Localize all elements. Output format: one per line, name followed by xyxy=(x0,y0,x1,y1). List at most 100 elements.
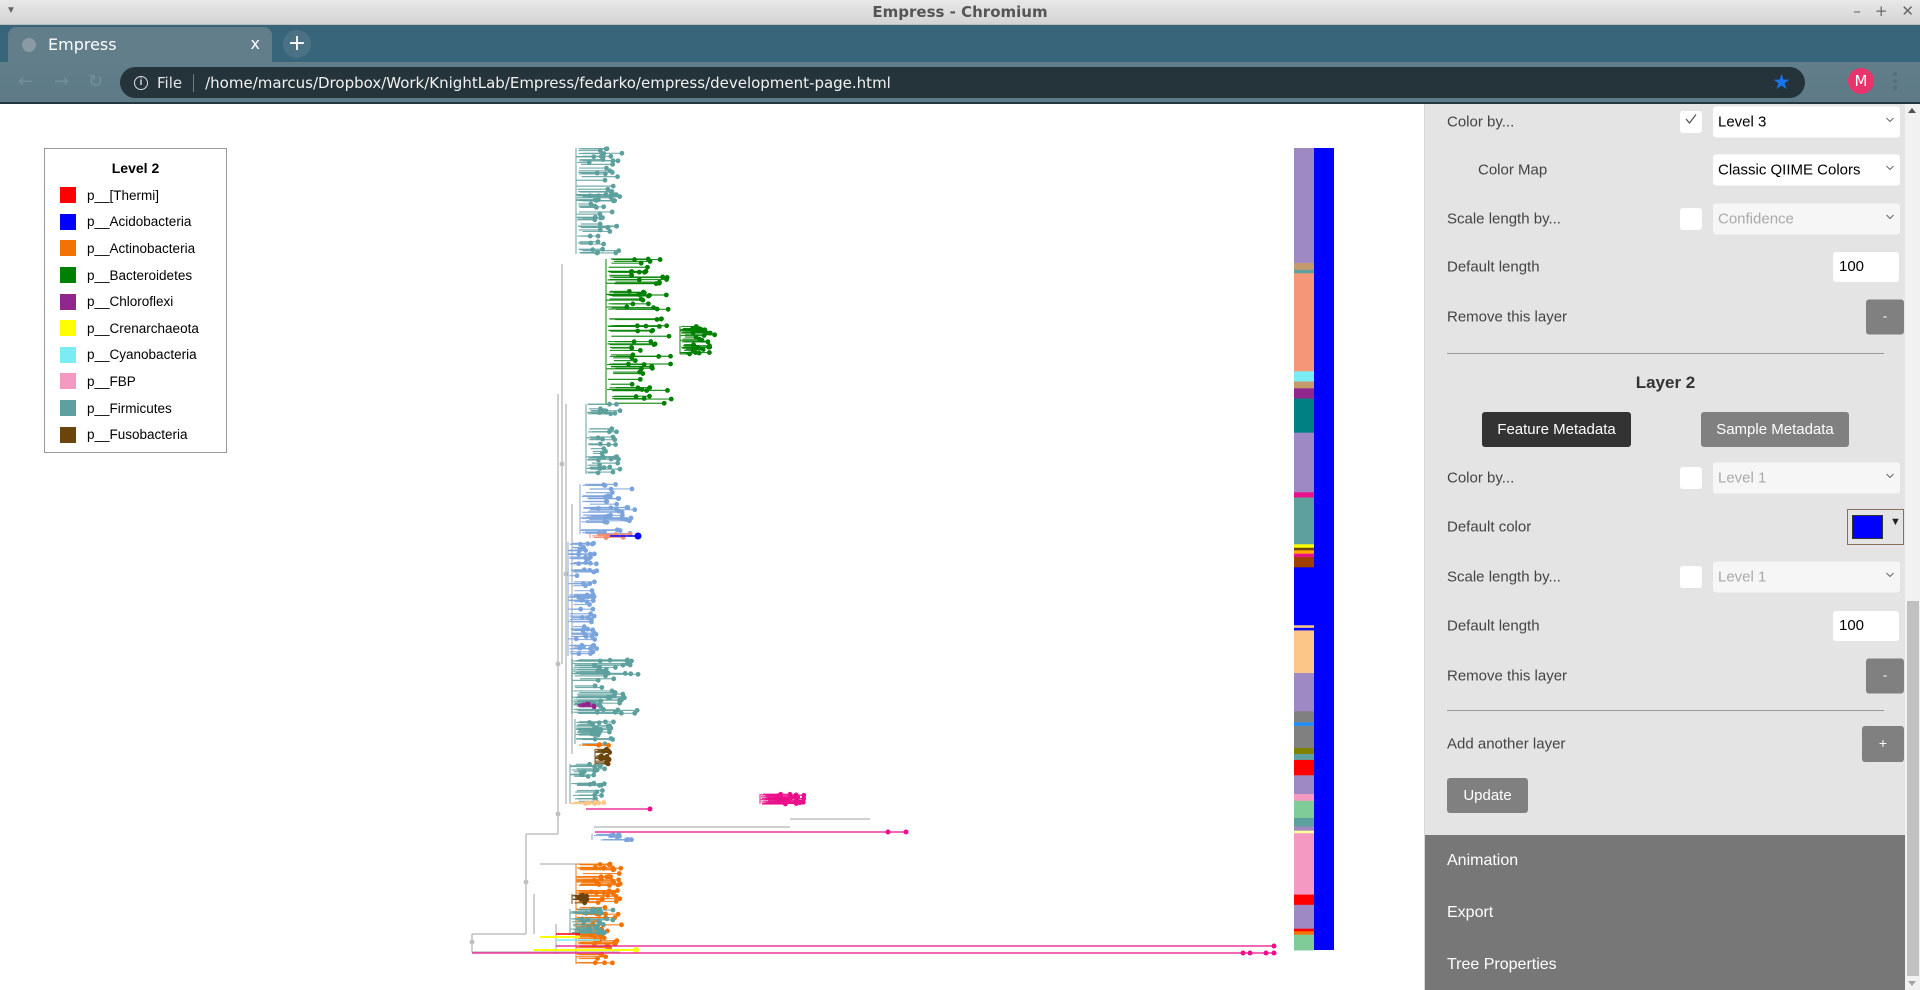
tree-tip xyxy=(601,151,607,156)
tree-tip xyxy=(613,481,618,487)
barplot-layer1-segment xyxy=(1294,826,1314,832)
tree-tip xyxy=(668,353,673,359)
tree-tip xyxy=(633,394,639,399)
tree-tip xyxy=(649,328,654,334)
tree-tip xyxy=(587,567,593,573)
tree-tip xyxy=(795,794,801,800)
layer1-color-map-select[interactable]: Classic QIIME Colors xyxy=(1713,154,1900,186)
layer1-remove-label: Remove this layer xyxy=(1447,308,1568,326)
layer2-title: Layer 2 xyxy=(1635,373,1696,392)
add-layer-button[interactable]: + xyxy=(1862,726,1904,762)
scrollbar-thumb[interactable] xyxy=(1907,601,1919,976)
browser-menu-icon[interactable] xyxy=(1893,72,1897,93)
tree-node xyxy=(523,879,529,885)
minimize-icon[interactable]: – xyxy=(1853,2,1861,20)
tree-tip xyxy=(603,494,608,500)
tree-tip xyxy=(607,494,613,499)
tab-close-icon[interactable]: x xyxy=(251,34,260,53)
tree-tip xyxy=(588,240,593,246)
update-button[interactable]: Update xyxy=(1447,778,1528,813)
panel-scrollbar[interactable] xyxy=(1905,104,1920,990)
layer1-color-by-checkbox[interactable] xyxy=(1680,111,1702,133)
tree-tip xyxy=(614,429,619,435)
tree-tip xyxy=(595,239,601,245)
add-layer-row: Add another layer + xyxy=(1447,726,1904,762)
tree-tip xyxy=(615,460,621,466)
tree-tip xyxy=(591,703,597,709)
close-window-icon[interactable]: ✕ xyxy=(1901,2,1914,20)
tree-tip xyxy=(613,250,619,256)
tree-tip xyxy=(580,772,585,778)
chevron-down-icon xyxy=(1886,117,1894,123)
barplot-layer1-segment xyxy=(1294,673,1314,712)
forward-icon[interactable]: → xyxy=(54,71,69,92)
tree-tip xyxy=(595,900,601,905)
new-tab-button[interactable]: + xyxy=(283,30,311,58)
legend-label: p__[Thermi] xyxy=(87,187,160,203)
layer2-default-color-picker[interactable]: ▼ xyxy=(1847,509,1904,545)
barplot-layer1-segment xyxy=(1294,833,1314,896)
tree-tip xyxy=(630,301,636,307)
scroll-up-arrow-icon[interactable] xyxy=(1908,108,1916,113)
browser-tab[interactable]: Empress x xyxy=(8,27,272,62)
layer1-scale-select[interactable]: Confidence xyxy=(1713,203,1900,235)
tree-tip xyxy=(606,862,612,868)
layer2-default-length-input[interactable]: 100 xyxy=(1833,611,1899,641)
tree-tip xyxy=(610,158,616,164)
layer1-scale-checkbox[interactable] xyxy=(1680,208,1702,230)
layer2-scale-checkbox[interactable] xyxy=(1680,566,1702,588)
tree-tip xyxy=(596,800,602,806)
tree-tip xyxy=(598,782,604,788)
tree-tip xyxy=(656,324,662,329)
info-icon[interactable]: i xyxy=(134,75,148,90)
tree-tip xyxy=(585,615,591,621)
tree-tip xyxy=(597,221,603,227)
tree-tip xyxy=(706,350,712,355)
tree-tip xyxy=(635,671,641,677)
tree-tip xyxy=(590,606,596,612)
layer1-default-length-input[interactable]: 100 xyxy=(1833,252,1899,282)
layer2-remove-button[interactable]: - xyxy=(1866,658,1904,694)
back-icon[interactable]: ← xyxy=(18,71,33,92)
legend-swatch xyxy=(60,373,76,390)
tree-tip xyxy=(647,385,653,390)
sample-metadata-button[interactable]: Sample Metadata xyxy=(1701,412,1849,447)
layer2-color-by-select[interactable]: Level 1 xyxy=(1713,462,1900,494)
tree-tip xyxy=(615,496,621,501)
window-menu-icon[interactable]: ▼ xyxy=(6,5,16,16)
tree-tip xyxy=(610,917,616,923)
tree-tip xyxy=(668,361,673,367)
feature-metadata-button[interactable]: Feature Metadata xyxy=(1482,412,1631,447)
tree-tip xyxy=(609,960,615,966)
url-text[interactable]: /home/marcus/Dropbox/Work/KnightLab/Empr… xyxy=(205,74,891,92)
barplot-layer1-segment xyxy=(1294,553,1314,558)
collapsible-sections: Animation Export Tree Properties xyxy=(1425,835,1906,990)
tree-tip xyxy=(665,387,670,393)
barplot-layer1-segment xyxy=(1294,398,1314,434)
layer1-remove-button[interactable]: - xyxy=(1866,299,1904,335)
tree-tip xyxy=(599,793,604,798)
tree-tip xyxy=(690,328,696,334)
tree-tip xyxy=(629,658,634,664)
section-export[interactable]: Export xyxy=(1447,904,1493,922)
bookmark-star-icon[interactable]: ★ xyxy=(1772,70,1791,95)
layer2-scale-select[interactable]: Level 1 xyxy=(1713,561,1900,593)
tree-tip xyxy=(599,896,605,902)
tree-tip xyxy=(629,381,635,387)
layer1-color-by-select[interactable]: Level 3 xyxy=(1713,106,1900,138)
address-bar[interactable]: i File /home/marcus/Dropbox/Work/KnightL… xyxy=(120,67,1805,98)
tree-tip xyxy=(591,551,597,557)
tree-node xyxy=(555,811,561,817)
tree-tip xyxy=(599,754,605,760)
barplot-layer1-segment xyxy=(1294,263,1314,271)
tree-tip xyxy=(613,893,619,899)
section-tree-properties[interactable]: Tree Properties xyxy=(1447,956,1557,974)
scroll-down-arrow-icon[interactable] xyxy=(1908,981,1916,986)
layer2-color-by-checkbox[interactable] xyxy=(1680,467,1702,489)
maximize-icon[interactable]: + xyxy=(1875,2,1888,20)
reload-icon[interactable]: ↻ xyxy=(88,71,103,92)
profile-avatar[interactable]: M xyxy=(1848,68,1874,94)
tree-tip xyxy=(597,466,603,471)
layer1-color-map-row: Color Map Classic QIIME Colors xyxy=(1447,152,1900,188)
section-animation[interactable]: Animation xyxy=(1447,852,1518,870)
